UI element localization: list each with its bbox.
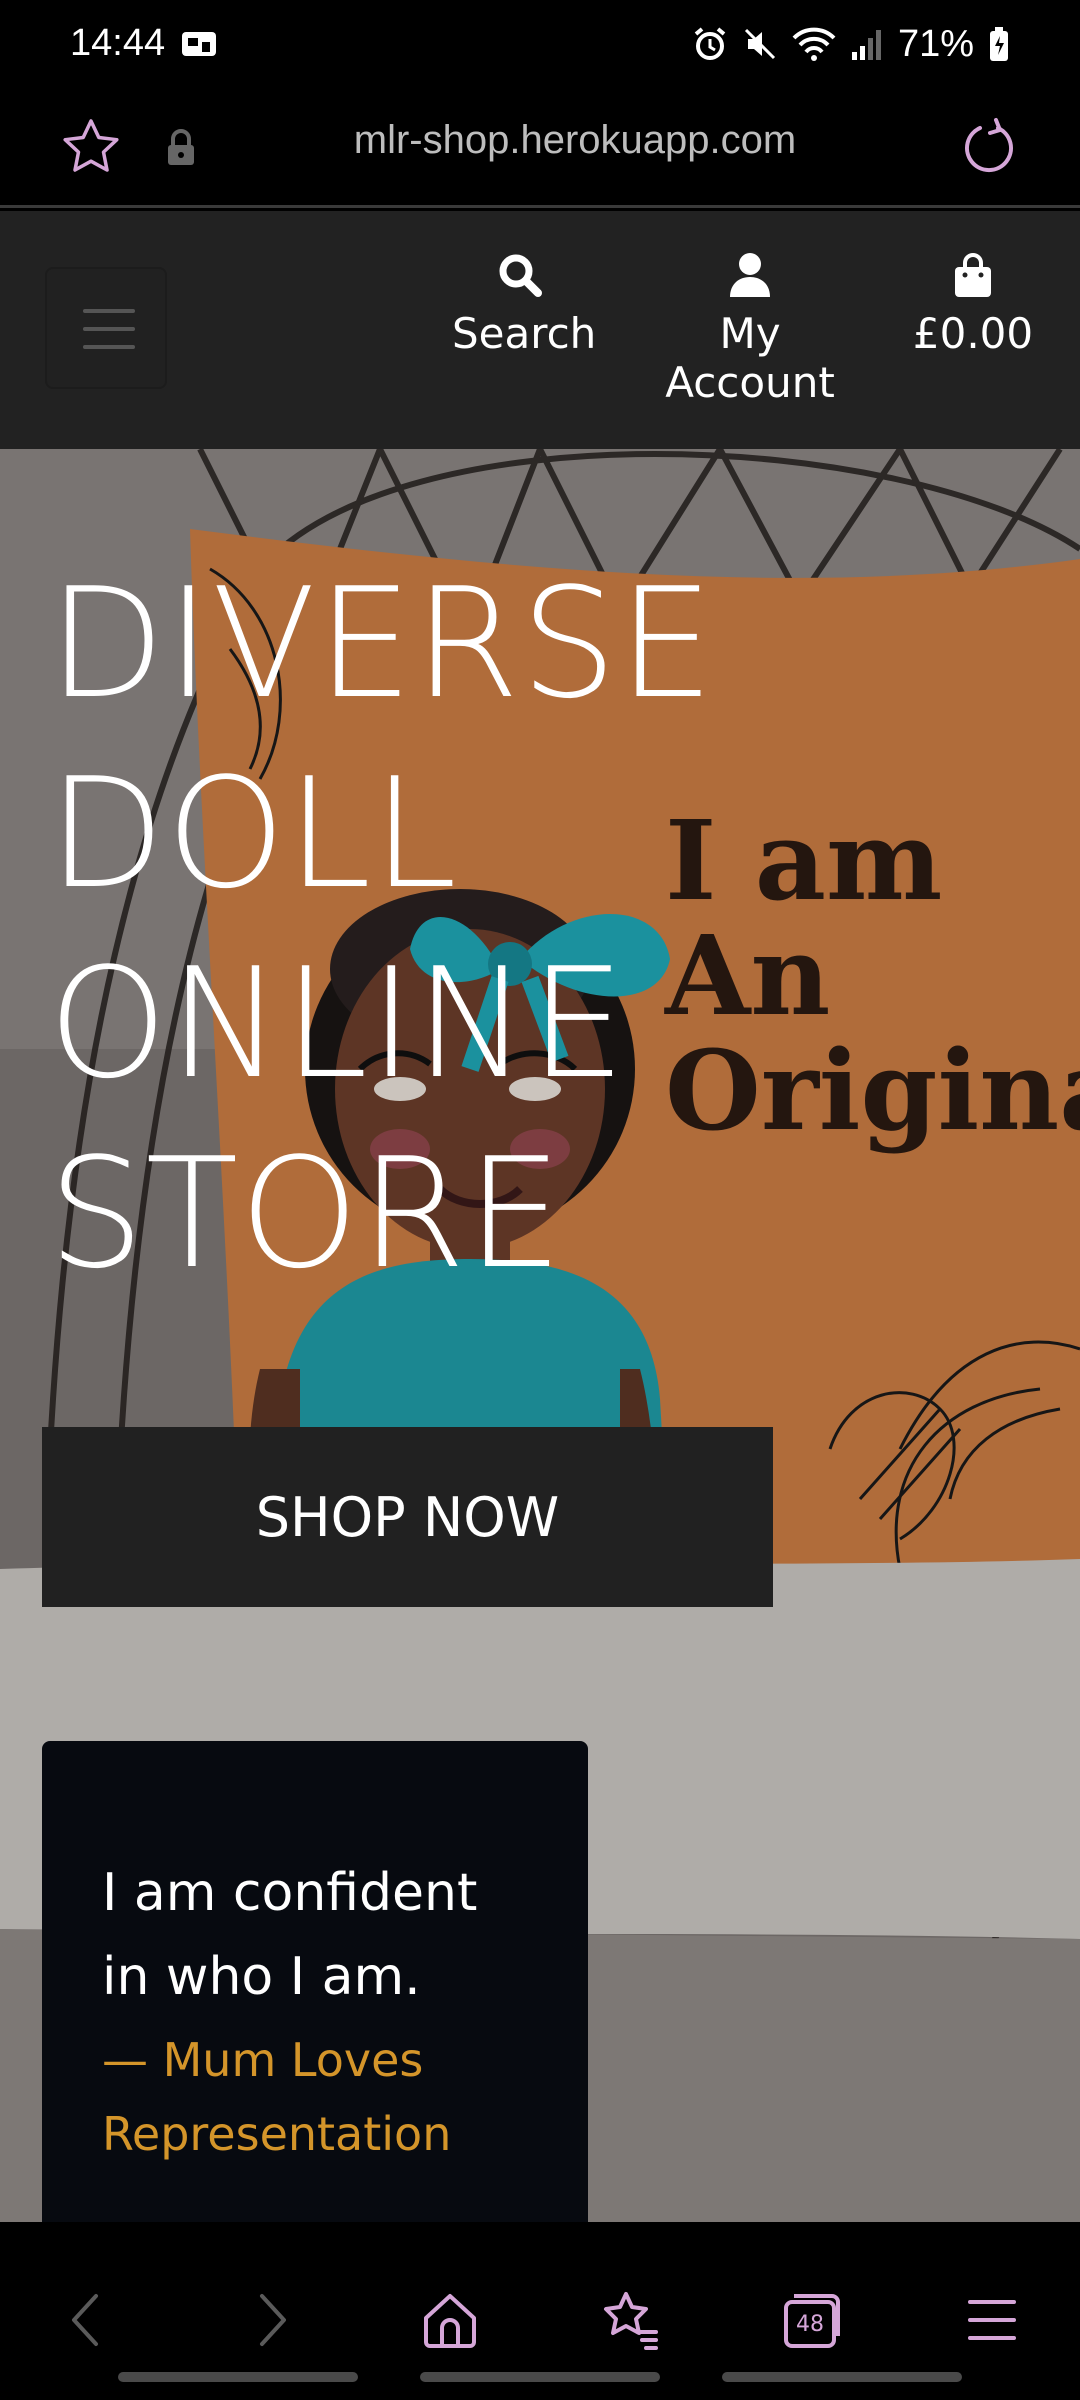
battery-level: 71% <box>897 22 974 65</box>
bookmarks-icon[interactable] <box>598 2288 662 2352</box>
search-icon <box>499 254 542 297</box>
tabs-button[interactable]: 48 <box>780 2288 844 2352</box>
user-icon <box>730 253 770 297</box>
hero-title-line: DIVERSE <box>48 555 716 732</box>
gesture-pill <box>722 2372 962 2382</box>
hamburger-icon <box>83 309 135 313</box>
quote-text: I am confident in who I am. <box>102 1863 478 2007</box>
signal-icon <box>851 30 881 60</box>
alarm-icon <box>694 27 726 60</box>
url-text[interactable]: mlr-shop.herokuapp.com <box>0 118 1080 163</box>
status-indicators: 71% <box>692 20 1010 68</box>
gesture-pill <box>420 2372 660 2382</box>
menu-toggle-button[interactable] <box>45 267 167 389</box>
reload-icon[interactable] <box>958 116 1020 178</box>
quote-author: — Mum Loves Representation <box>102 2033 452 2161</box>
tab-count: 48 <box>796 2312 824 2337</box>
notification-icon <box>182 32 216 56</box>
status-bar: 14:44 71% <box>0 0 1080 88</box>
quote-card: I am confident in who I am. — Mum Loves … <box>42 1741 588 2222</box>
shopping-bag-icon <box>955 253 991 297</box>
hero-title: DIVERSE DOLL ONLINE STORE <box>48 549 715 1309</box>
menu-icon[interactable] <box>960 2288 1024 2352</box>
hero-title-line: STORE <box>48 1125 564 1302</box>
nav-cart[interactable]: £0.00 <box>908 251 1038 358</box>
nav-my-account[interactable]: My Account <box>630 251 870 407</box>
hero-title-line: DOLL <box>48 745 459 922</box>
nav-account-label: My Account <box>665 309 835 407</box>
nav-search[interactable]: Search <box>452 251 596 358</box>
hero-title-line: ONLINE <box>48 935 627 1112</box>
back-icon[interactable] <box>56 2288 120 2352</box>
home-icon[interactable] <box>418 2288 482 2352</box>
cart-total: £0.00 <box>912 309 1034 358</box>
shop-now-button[interactable]: SHOP NOW <box>42 1427 773 1607</box>
browser-url-bar: mlr-shop.herokuapp.com <box>0 88 1080 208</box>
hero-banner: I am An Origina DIVERSE DOLL ONLINE STOR… <box>0 449 1080 2222</box>
status-time: 14:44 <box>70 22 166 64</box>
forward-icon[interactable] <box>238 2288 302 2352</box>
mute-icon <box>744 28 775 60</box>
nav-search-label: Search <box>452 309 597 358</box>
site-header: Search My Account £0.00 <box>0 211 1080 449</box>
wifi-icon <box>792 27 836 61</box>
battery-icon <box>990 27 1008 61</box>
gesture-pill <box>118 2372 358 2382</box>
